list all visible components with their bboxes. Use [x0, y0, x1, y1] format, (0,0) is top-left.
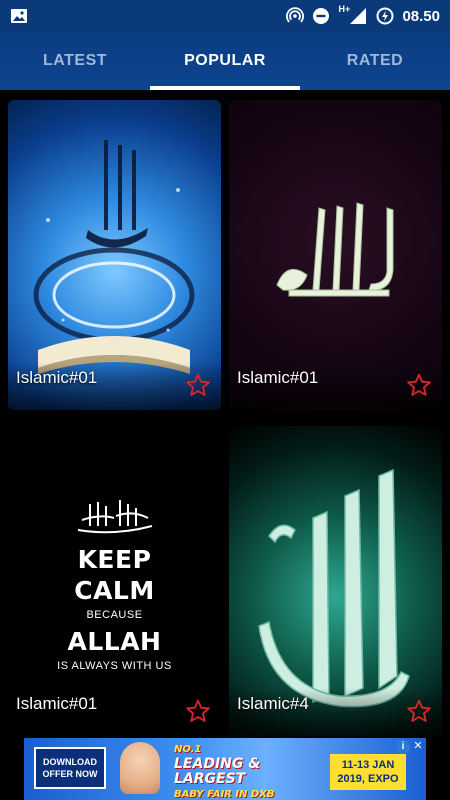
status-bar: H+ 08.50 — [0, 0, 450, 32]
poster-line-calm: CALM — [74, 575, 155, 605]
ad-headline-line3: LARGEST — [174, 771, 246, 787]
ad-date-box: 11-13 JAN 2019, EXPO — [330, 754, 406, 790]
signal-icon: H+ — [338, 4, 368, 25]
ad-date-line1: 11-13 JAN — [341, 759, 395, 771]
wallpaper-card[interactable]: Islamic#4 — [229, 426, 442, 736]
wallpaper-title: Islamic#01 — [16, 694, 98, 713]
ad-headline-line2: LEADING & — [174, 756, 261, 772]
ad-download-line1: DOWNLOAD — [43, 757, 97, 767]
poster-line-keep: KEEP — [77, 544, 152, 574]
wallpaper-card[interactable]: Islamic#01 — [8, 100, 221, 410]
tab-bar: LATEST POPULAR RATED — [0, 32, 450, 90]
wallpaper-title: Islamic#01 — [237, 368, 319, 387]
tab-rated[interactable]: RATED — [300, 32, 450, 90]
do-not-disturb-icon — [312, 7, 330, 25]
ad-baby-image — [120, 742, 160, 794]
status-time: 08.50 — [402, 7, 440, 25]
ad-download-line2: OFFER NOW — [42, 769, 98, 779]
wallpaper-title: Islamic#01 — [16, 368, 98, 387]
poster-line-always: IS ALWAYS WITH US — [57, 659, 172, 672]
favorite-star-icon[interactable] — [185, 372, 211, 398]
battery-charging-icon — [376, 7, 394, 25]
ad-info-icon[interactable]: i — [396, 740, 410, 754]
image-icon — [10, 7, 28, 25]
tab-popular[interactable]: POPULAR — [150, 32, 300, 90]
wallpaper-card[interactable]: KEEP CALM BECAUSE ALLAH IS ALWAYS WITH U… — [8, 426, 221, 736]
network-type-label: H+ — [338, 4, 351, 14]
hotspot-icon — [286, 7, 305, 25]
poster-line-because: BECAUSE — [86, 608, 143, 621]
ad-headline-line4: BABY FAIR IN DXB — [174, 789, 275, 800]
ad-download-button[interactable]: DOWNLOAD OFFER NOW — [34, 747, 106, 789]
ad-headline: NO.1 LEADING & LARGEST BABY FAIR IN DXB — [174, 742, 275, 800]
tab-latest[interactable]: LATEST — [0, 32, 150, 90]
ad-area: DOWNLOAD OFFER NOW NO.1 LEADING & LARGES… — [0, 736, 450, 800]
ad-headline-line1: NO.1 — [174, 744, 202, 755]
favorite-star-icon[interactable] — [185, 698, 211, 724]
poster-line-allah: ALLAH — [67, 626, 162, 656]
favorite-star-icon[interactable] — [406, 698, 432, 724]
ad-banner[interactable]: DOWNLOAD OFFER NOW NO.1 LEADING & LARGES… — [24, 738, 426, 800]
wallpaper-card[interactable]: Islamic#01 — [229, 100, 442, 410]
calligraphy-icon — [77, 499, 152, 533]
wallpaper-grid: Islamic#01 Islamic#01 KEEP CALM BECAUSE … — [0, 90, 450, 736]
wallpaper-title: Islamic#4 — [237, 694, 309, 713]
favorite-star-icon[interactable] — [406, 372, 432, 398]
ad-close-icon[interactable]: ✕ — [412, 740, 424, 752]
ad-date-line2: 2019, EXPO — [337, 773, 399, 785]
